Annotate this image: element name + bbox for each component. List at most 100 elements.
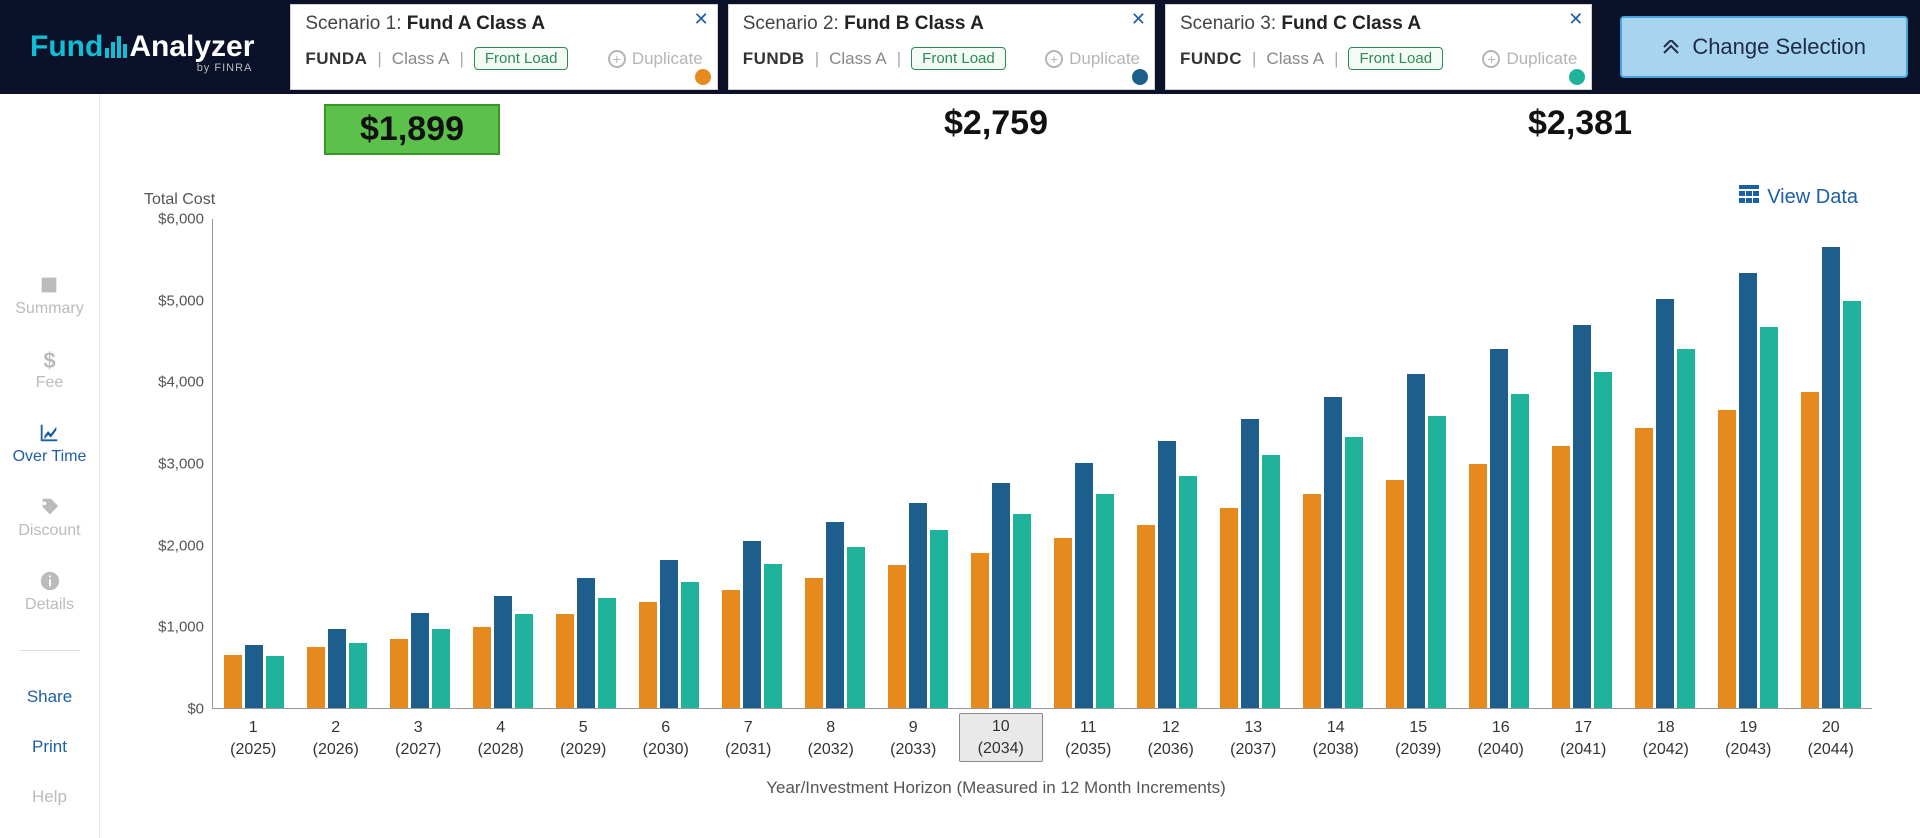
bar-fund-a-class-a[interactable] — [224, 655, 242, 708]
bar-fund-b-class-a[interactable] — [1739, 273, 1757, 708]
bar-fund-a-class-a[interactable] — [1552, 446, 1570, 708]
x-tick[interactable]: 17(2041) — [1542, 717, 1625, 762]
bar-fund-a-class-a[interactable] — [888, 565, 906, 708]
bar-group[interactable] — [462, 219, 545, 708]
view-data-button[interactable]: View Data — [1739, 185, 1858, 209]
bar-fund-a-class-a[interactable] — [971, 553, 989, 708]
bar-fund-a-class-a[interactable] — [722, 590, 740, 708]
bar-group[interactable] — [711, 219, 794, 708]
bar-fund-b-class-a[interactable] — [992, 483, 1010, 708]
x-tick[interactable]: 8(2032) — [790, 717, 873, 762]
bar-group[interactable] — [794, 219, 877, 708]
bar-fund-a-class-a[interactable] — [1635, 428, 1653, 708]
bar-group[interactable] — [1457, 219, 1540, 708]
load-type-pill[interactable]: Front Load — [911, 47, 1006, 70]
bar-fund-c-class-a[interactable] — [1843, 301, 1861, 709]
x-tick[interactable]: 5(2029) — [542, 717, 625, 762]
help-link[interactable]: Help — [32, 787, 67, 807]
bar-group[interactable] — [379, 219, 462, 708]
duplicate-button[interactable]: +Duplicate — [1045, 49, 1140, 69]
bar-group[interactable] — [1540, 219, 1623, 708]
bar-fund-a-class-a[interactable] — [1801, 392, 1819, 708]
bar-fund-a-class-a[interactable] — [473, 627, 491, 708]
bar-fund-c-class-a[interactable] — [515, 614, 533, 708]
x-tick[interactable]: 16(2040) — [1460, 717, 1543, 762]
duplicate-button[interactable]: +Duplicate — [1482, 49, 1577, 69]
load-type-pill[interactable]: Front Load — [474, 47, 569, 70]
bar-group[interactable] — [628, 219, 711, 708]
sidebar-item-fee[interactable]: $ Fee — [36, 348, 64, 392]
bar-fund-b-class-a[interactable] — [494, 596, 512, 708]
bar-fund-b-class-a[interactable] — [1075, 463, 1093, 708]
bar-fund-b-class-a[interactable] — [1324, 397, 1342, 708]
bar-fund-b-class-a[interactable] — [826, 522, 844, 708]
bar-fund-a-class-a[interactable] — [307, 647, 325, 708]
x-tick[interactable]: 4(2028) — [460, 717, 543, 762]
bar-fund-b-class-a[interactable] — [1573, 325, 1591, 708]
bar-fund-b-class-a[interactable] — [411, 613, 429, 708]
bar-fund-c-class-a[interactable] — [432, 629, 450, 708]
bar-fund-b-class-a[interactable] — [1822, 247, 1840, 708]
close-icon[interactable]: ✕ — [694, 9, 709, 30]
bar-group[interactable] — [877, 219, 960, 708]
bar-fund-a-class-a[interactable] — [1469, 464, 1487, 709]
bar-fund-a-class-a[interactable] — [1137, 525, 1155, 708]
x-tick[interactable]: 18(2042) — [1625, 717, 1708, 762]
bar-fund-b-class-a[interactable] — [909, 503, 927, 708]
bar-fund-c-class-a[interactable] — [1428, 416, 1446, 708]
bar-group[interactable] — [1623, 219, 1706, 708]
share-link[interactable]: Share — [27, 687, 72, 707]
bar-fund-b-class-a[interactable] — [1241, 419, 1259, 708]
scenario-card-3[interactable]: ✕Scenario 3: Fund C Class AFUNDC|Class A… — [1165, 4, 1592, 90]
bar-fund-c-class-a[interactable] — [1511, 394, 1529, 708]
bar-fund-c-class-a[interactable] — [1760, 327, 1778, 708]
bar-fund-c-class-a[interactable] — [1677, 349, 1695, 708]
x-tick[interactable]: 20(2044) — [1790, 717, 1873, 762]
bar-fund-b-class-a[interactable] — [328, 629, 346, 708]
x-tick[interactable]: 9(2033) — [872, 717, 955, 762]
x-tick[interactable]: 11(2035) — [1047, 717, 1130, 762]
load-type-pill[interactable]: Front Load — [1348, 47, 1443, 70]
bar-fund-b-class-a[interactable] — [1656, 299, 1674, 708]
bar-fund-b-class-a[interactable] — [1490, 349, 1508, 708]
bar-group[interactable] — [296, 219, 379, 708]
bar-fund-c-class-a[interactable] — [1013, 514, 1031, 708]
bar-fund-a-class-a[interactable] — [1220, 508, 1238, 708]
bar-group[interactable] — [1706, 219, 1789, 708]
change-selection-button[interactable]: Change Selection — [1620, 16, 1908, 78]
bar-fund-a-class-a[interactable] — [1718, 410, 1736, 708]
scenario-card-2[interactable]: ✕Scenario 2: Fund B Class AFUNDB|Class A… — [728, 4, 1155, 90]
bar-fund-c-class-a[interactable] — [681, 582, 699, 708]
x-tick[interactable]: 13(2037) — [1212, 717, 1295, 762]
bar-fund-a-class-a[interactable] — [805, 578, 823, 708]
x-tick[interactable]: 10(2034) — [959, 713, 1044, 762]
sidebar-item-discount[interactable]: Discount — [18, 496, 80, 540]
bar-group[interactable] — [1043, 219, 1126, 708]
chart-plot-area[interactable] — [212, 219, 1872, 709]
bar-fund-c-class-a[interactable] — [1096, 494, 1114, 708]
x-tick[interactable]: 3(2027) — [377, 717, 460, 762]
bar-group[interactable] — [213, 219, 296, 708]
duplicate-button[interactable]: +Duplicate — [608, 49, 703, 69]
sidebar-item-summary[interactable]: Summary — [15, 274, 83, 318]
close-icon[interactable]: ✕ — [1568, 9, 1583, 30]
bar-group[interactable] — [1208, 219, 1291, 708]
print-link[interactable]: Print — [32, 737, 67, 757]
sidebar-item-overtime[interactable]: Over Time — [13, 422, 87, 466]
x-tick[interactable]: 7(2031) — [707, 717, 790, 762]
bar-fund-b-class-a[interactable] — [1407, 374, 1425, 708]
x-tick[interactable]: 19(2043) — [1707, 717, 1790, 762]
bar-fund-a-class-a[interactable] — [1054, 538, 1072, 708]
bar-fund-c-class-a[interactable] — [1262, 455, 1280, 708]
scenario-card-1[interactable]: ✕Scenario 1: Fund A Class AFUNDA|Class A… — [290, 4, 717, 90]
bar-fund-b-class-a[interactable] — [245, 645, 263, 708]
bar-fund-a-class-a[interactable] — [556, 614, 574, 708]
bar-fund-a-class-a[interactable] — [390, 639, 408, 708]
bar-fund-c-class-a[interactable] — [1345, 437, 1363, 708]
bar-fund-c-class-a[interactable] — [1179, 476, 1197, 708]
bar-fund-b-class-a[interactable] — [577, 578, 595, 708]
x-tick[interactable]: 1(2025) — [212, 717, 295, 762]
x-tick[interactable]: 12(2036) — [1130, 717, 1213, 762]
sidebar-item-details[interactable]: Details — [25, 570, 74, 614]
bar-fund-b-class-a[interactable] — [660, 560, 678, 708]
